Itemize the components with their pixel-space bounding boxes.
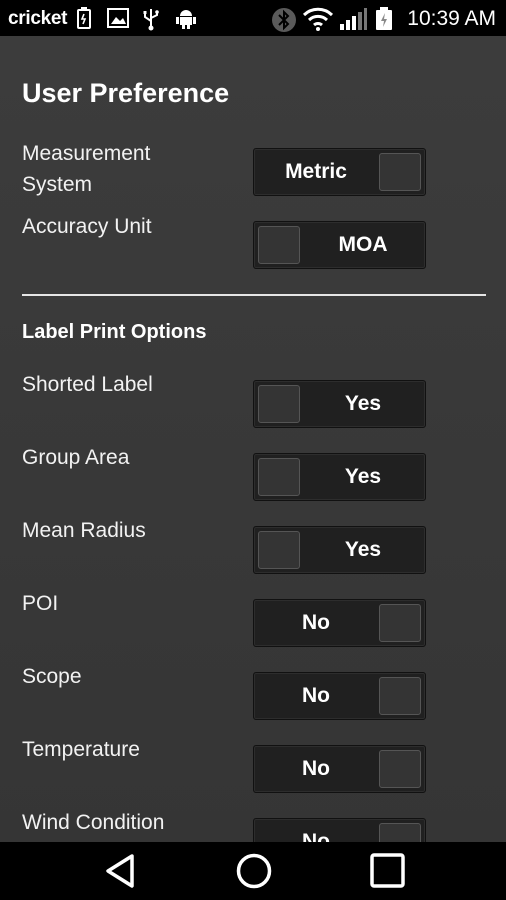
toggle-value: No — [302, 757, 330, 780]
status-bar: cricket 10:39 AM — [0, 0, 506, 36]
recents-icon[interactable] — [365, 851, 409, 891]
temperature-label: Temperature — [22, 738, 140, 761]
toggle-knob — [379, 604, 421, 642]
toggle-value: No — [302, 830, 330, 842]
battery-charging-icon — [376, 7, 392, 30]
toggle-knob — [379, 750, 421, 788]
settings-panel: User Preference Measurement System Metri… — [0, 36, 506, 842]
temperature-toggle[interactable]: No — [253, 745, 426, 793]
scope-label: Scope — [22, 665, 82, 688]
shorted-label-toggle[interactable]: Yes — [253, 380, 426, 428]
measurement-system-label: Measurement System — [22, 142, 151, 196]
clock: 10:39 AM — [407, 7, 496, 30]
toggle-value: MOA — [338, 233, 388, 256]
wind-condition-label: Wind Condition — [22, 811, 165, 834]
poi-toggle[interactable]: No — [253, 599, 426, 647]
navigation-bar — [0, 842, 506, 900]
toggle-knob — [258, 385, 300, 423]
section-title-user-preference: User Preference — [22, 78, 230, 108]
toggle-knob — [258, 458, 300, 496]
toggle-value: No — [302, 611, 330, 634]
wind-condition-toggle[interactable]: No — [253, 818, 426, 842]
accuracy-unit-label: Accuracy Unit — [22, 215, 152, 238]
toggle-knob — [379, 823, 421, 842]
section-title-label-print-options: Label Print Options — [22, 321, 207, 343]
measurement-system-toggle[interactable]: Metric — [253, 148, 426, 196]
image-icon — [107, 8, 129, 28]
toggle-value: No — [302, 684, 330, 707]
toggle-knob — [258, 531, 300, 569]
mean-radius-toggle[interactable]: Yes — [253, 526, 426, 574]
toggle-value: Yes — [344, 392, 382, 415]
bluetooth-icon — [272, 8, 296, 32]
carrier-name: cricket — [8, 8, 68, 29]
battery-saver-icon — [77, 7, 91, 29]
toggle-value: Metric — [285, 160, 347, 183]
usb-icon — [143, 9, 159, 31]
shorted-label-label: Shorted Label — [22, 373, 153, 396]
signal-icon — [340, 8, 367, 30]
toggle-value: Yes — [344, 538, 382, 561]
poi-label: POI — [22, 592, 59, 615]
toggle-knob — [258, 226, 300, 264]
home-icon[interactable] — [232, 851, 276, 891]
toggle-value: Yes — [344, 465, 382, 488]
scope-toggle[interactable]: No — [253, 672, 426, 720]
wifi-icon — [302, 7, 334, 31]
section-divider — [22, 294, 486, 296]
toggle-knob — [379, 677, 421, 715]
android-debug-icon — [176, 10, 196, 29]
group-area-label: Group Area — [22, 446, 130, 469]
toggle-knob — [379, 153, 421, 191]
group-area-toggle[interactable]: Yes — [253, 453, 426, 501]
mean-radius-label: Mean Radius — [22, 519, 146, 542]
back-icon[interactable] — [98, 851, 142, 891]
accuracy-unit-toggle[interactable]: MOA — [253, 221, 426, 269]
